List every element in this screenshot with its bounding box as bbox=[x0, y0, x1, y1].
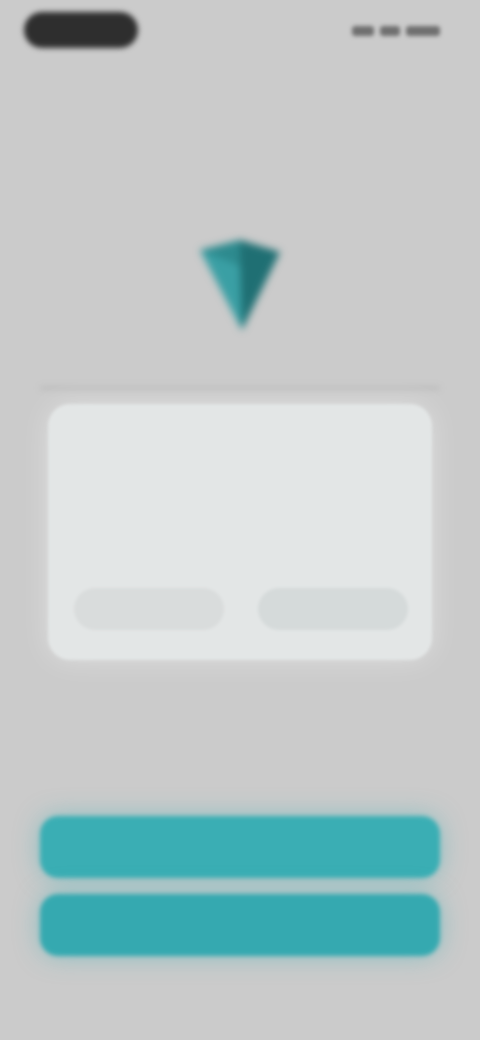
dialog-primary-button[interactable] bbox=[258, 588, 408, 630]
status-icons bbox=[352, 24, 444, 38]
secondary-action-button[interactable] bbox=[40, 894, 440, 956]
dialog-title bbox=[84, 430, 384, 474]
signal-icon bbox=[352, 26, 374, 36]
screen bbox=[0, 0, 480, 1040]
dialog-secondary-button[interactable] bbox=[74, 588, 224, 630]
battery-icon bbox=[406, 26, 440, 36]
dialog-actions bbox=[74, 584, 408, 634]
background-divider bbox=[40, 386, 440, 390]
shield-logo-icon bbox=[200, 240, 280, 330]
primary-action-button[interactable] bbox=[40, 816, 440, 878]
status-bar bbox=[0, 0, 480, 64]
wifi-icon bbox=[380, 26, 400, 36]
dialog bbox=[48, 404, 432, 660]
time-pill bbox=[24, 12, 138, 48]
dialog-body bbox=[84, 488, 384, 552]
